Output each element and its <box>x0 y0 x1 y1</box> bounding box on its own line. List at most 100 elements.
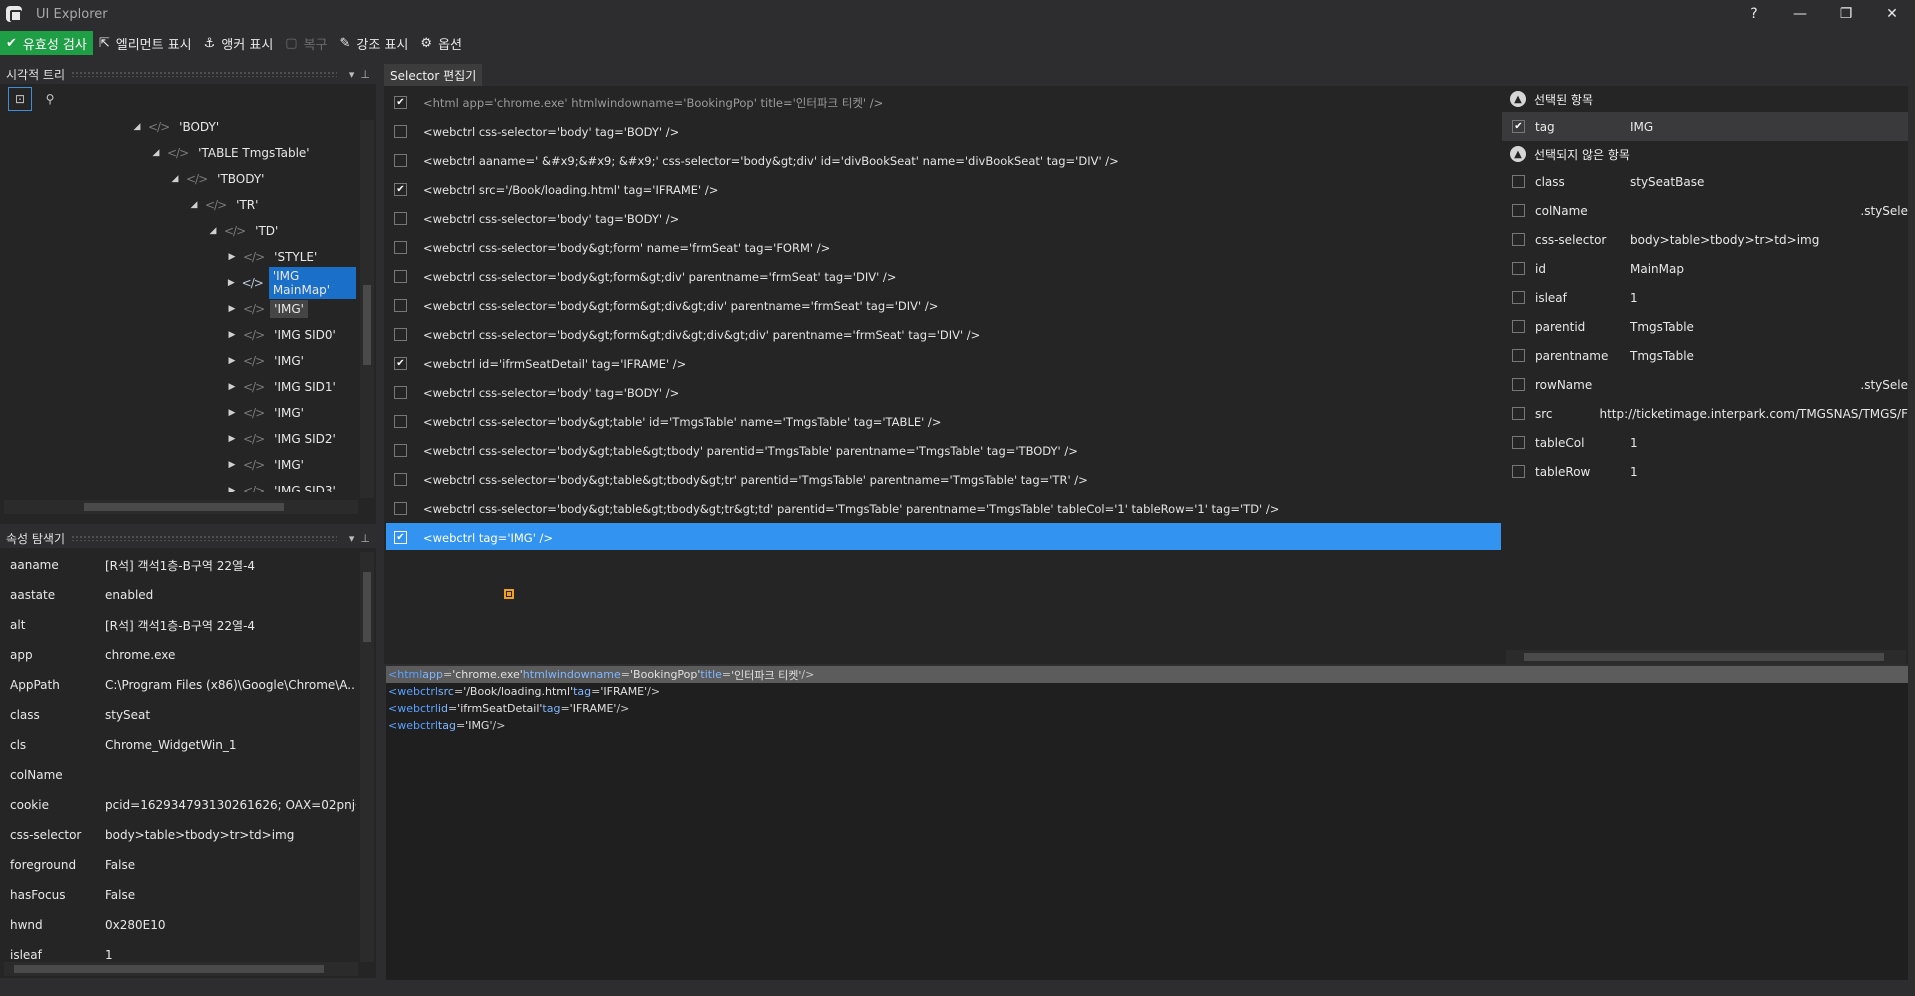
collapse-arrow-icon[interactable]: ◢ <box>206 226 220 236</box>
selector-checkbox[interactable] <box>394 328 407 341</box>
property-row[interactable]: aastate enabled <box>0 580 356 610</box>
expand-arrow-icon[interactable]: ▶ <box>225 486 239 492</box>
collapse-chevron-icon[interactable]: ▲ <box>1510 146 1526 162</box>
selector-row[interactable]: <webctrl css-selector='body&gt;form&gt;d… <box>386 262 1501 291</box>
selector-row[interactable]: <webctrl css-selector='body&gt;table' id… <box>386 407 1501 436</box>
close-button[interactable]: ✕ <box>1869 0 1915 28</box>
property-vertical-scrollbar[interactable] <box>360 552 374 962</box>
attribute-row[interactable]: id MainMap <box>1502 254 1908 283</box>
attribute-row[interactable]: tableCol 1 <box>1502 428 1908 457</box>
tree-node[interactable]: ▶ </> 'IMG SID0' <box>0 322 356 348</box>
tree-node[interactable]: ▶ </> 'IMG' <box>0 296 356 322</box>
scroll-thumb[interactable] <box>1524 653 1884 661</box>
attribute-row[interactable]: isleaf 1 <box>1502 283 1908 312</box>
attribute-value[interactable]: 1 <box>1630 291 1638 305</box>
restore-button[interactable]: ❐ <box>1823 0 1869 28</box>
tree-node[interactable]: ◢ </> 'TD' <box>0 218 356 244</box>
selector-row[interactable]: <webctrl css-selector='body&gt;form&gt;d… <box>386 291 1501 320</box>
attribute-checkbox[interactable] <box>1512 407 1525 420</box>
attribute-row[interactable]: colName .stySele <box>1502 196 1908 225</box>
tree-node[interactable]: ◢ </> 'BODY' <box>0 114 356 140</box>
search-icon[interactable]: ⚲ <box>38 87 62 111</box>
unselected-items-group[interactable]: ▲ 선택되지 않은 항목 <box>1502 141 1908 167</box>
help-button[interactable]: ? <box>1731 0 1777 28</box>
property-row[interactable]: aaname [R석] 객석1층-B구역 22열-4 <box>0 550 356 580</box>
selector-checkbox[interactable] <box>394 502 407 515</box>
attribute-value[interactable]: stySeatBase <box>1630 175 1704 189</box>
selector-checkbox[interactable] <box>394 154 407 167</box>
selector-checkbox[interactable] <box>394 125 407 138</box>
toolbar-button-1[interactable]: ⇱ 엘리먼트 표시 <box>93 31 198 55</box>
selector-row[interactable]: <webctrl css-selector='body&gt;table&gt;… <box>386 465 1501 494</box>
tree-vertical-scrollbar[interactable] <box>360 120 374 498</box>
selected-items-group[interactable]: ▲ 선택된 항목 <box>1502 86 1908 112</box>
attribute-checkbox[interactable]: ✔ <box>1512 120 1525 133</box>
attribute-row[interactable]: class stySeatBase <box>1502 167 1908 196</box>
attribute-value[interactable]: TmgsTable <box>1630 320 1694 334</box>
scroll-thumb[interactable] <box>363 572 371 642</box>
attribute-checkbox[interactable] <box>1512 436 1525 449</box>
collapse-arrow-icon[interactable]: ◢ <box>130 122 144 132</box>
selector-row[interactable]: ✔ <html app='chrome.exe' htmlwindowname='… <box>386 88 1501 117</box>
attribute-row[interactable]: parentid TmgsTable <box>1502 312 1908 341</box>
tree-node[interactable]: ◢ </> 'TR' <box>0 192 356 218</box>
tree-horizontal-scrollbar[interactable] <box>4 500 358 514</box>
attribute-value[interactable]: MainMap <box>1630 262 1684 276</box>
attribute-checkbox[interactable] <box>1512 175 1525 188</box>
collapse-chevron-icon[interactable]: ▲ <box>1510 91 1526 107</box>
attribute-checkbox[interactable] <box>1512 291 1525 304</box>
attribute-checkbox[interactable] <box>1512 204 1525 217</box>
tree-node[interactable]: ▶ </> 'IMG MainMap' <box>0 267 356 299</box>
attribute-checkbox[interactable] <box>1512 320 1525 333</box>
tree-view-icon[interactable]: ⊡ <box>8 87 32 111</box>
tree-node[interactable]: ▶ </> 'IMG SID1' <box>0 374 356 400</box>
attribute-value[interactable]: IMG <box>1630 120 1653 134</box>
selector-checkbox[interactable]: ✔ <box>394 183 407 196</box>
selector-row[interactable]: ✔ <webctrl tag='IMG' /> <box>386 523 1501 550</box>
attribute-operator[interactable]: .stySele <box>1860 204 1908 218</box>
expand-arrow-icon[interactable]: ▶ <box>225 434 239 444</box>
property-horizontal-scrollbar[interactable] <box>4 962 358 976</box>
property-row[interactable]: foreground False <box>0 850 356 880</box>
toolbar-button-0[interactable]: ✔ 유효성 검사 <box>0 31 93 55</box>
property-row[interactable]: cookie pcid=162934793130261626; OAX=02pnj… <box>0 790 356 820</box>
pin-icon[interactable]: ⊥ <box>360 68 370 81</box>
selector-row[interactable]: <webctrl css-selector='body&gt;table&gt;… <box>386 436 1501 465</box>
toolbar-button-3[interactable]: ▢ 복구 <box>279 31 333 55</box>
tree-node[interactable]: ▶ </> 'IMG' <box>0 348 356 374</box>
attribute-checkbox[interactable] <box>1512 378 1525 391</box>
selector-checkbox[interactable]: ✔ <box>394 96 407 109</box>
scroll-thumb[interactable] <box>363 285 371 365</box>
expand-arrow-icon[interactable]: ▶ <box>225 356 239 366</box>
pin-icon[interactable]: ⊥ <box>360 532 370 545</box>
expand-arrow-icon[interactable]: ▶ <box>225 330 239 340</box>
selector-preview[interactable]: <html app ='chrome.exe' htmlwindowname = 'B… <box>386 666 1908 980</box>
property-row[interactable]: cls Chrome_WidgetWin_1 <box>0 730 356 760</box>
minimize-button[interactable]: — <box>1777 0 1823 28</box>
property-row[interactable]: isleaf 1 <box>0 940 356 960</box>
attribute-checkbox[interactable] <box>1512 465 1525 478</box>
toolbar-button-5[interactable]: ⚙ 옵션 <box>414 31 468 55</box>
selector-row[interactable]: <webctrl css-selector='body' tag='BODY' … <box>386 378 1501 407</box>
property-row[interactable]: hwnd 0x280E10 <box>0 910 356 940</box>
expand-arrow-icon[interactable]: ▶ <box>225 408 239 418</box>
dropdown-arrow-icon[interactable]: ▾ <box>349 532 355 545</box>
selector-row[interactable]: <webctrl css-selector='body' tag='BODY' … <box>386 204 1501 233</box>
selector-checkbox[interactable] <box>394 212 407 225</box>
property-row[interactable]: AppPath C:\Program Files (x86)\Google\Chr… <box>0 670 356 700</box>
expand-arrow-icon[interactable]: ▶ <box>225 304 239 314</box>
selector-row[interactable]: <webctrl css-selector='body&gt;form&gt;d… <box>386 320 1501 349</box>
attribute-row[interactable]: rowName .stySele <box>1502 370 1908 399</box>
tree-node[interactable]: ▶ </> 'IMG SID2' <box>0 426 356 452</box>
property-row[interactable]: app chrome.exe <box>0 640 356 670</box>
attribute-row[interactable]: tableRow 1 <box>1502 457 1908 486</box>
selector-checkbox[interactable] <box>394 299 407 312</box>
attribute-value[interactable]: TmgsTable <box>1630 349 1694 363</box>
selector-checkbox[interactable] <box>394 386 407 399</box>
selector-row[interactable]: ✔ <webctrl id='ifrmSeatDetail' tag='IFRAM… <box>386 349 1501 378</box>
attribute-checkbox[interactable] <box>1512 233 1525 246</box>
selector-checkbox[interactable] <box>394 415 407 428</box>
toolbar-button-2[interactable]: ⚓ 앵커 표시 <box>198 31 280 55</box>
attribute-value[interactable]: body>table>tbody>tr>td>img <box>1630 233 1819 247</box>
scroll-thumb[interactable] <box>14 965 324 973</box>
